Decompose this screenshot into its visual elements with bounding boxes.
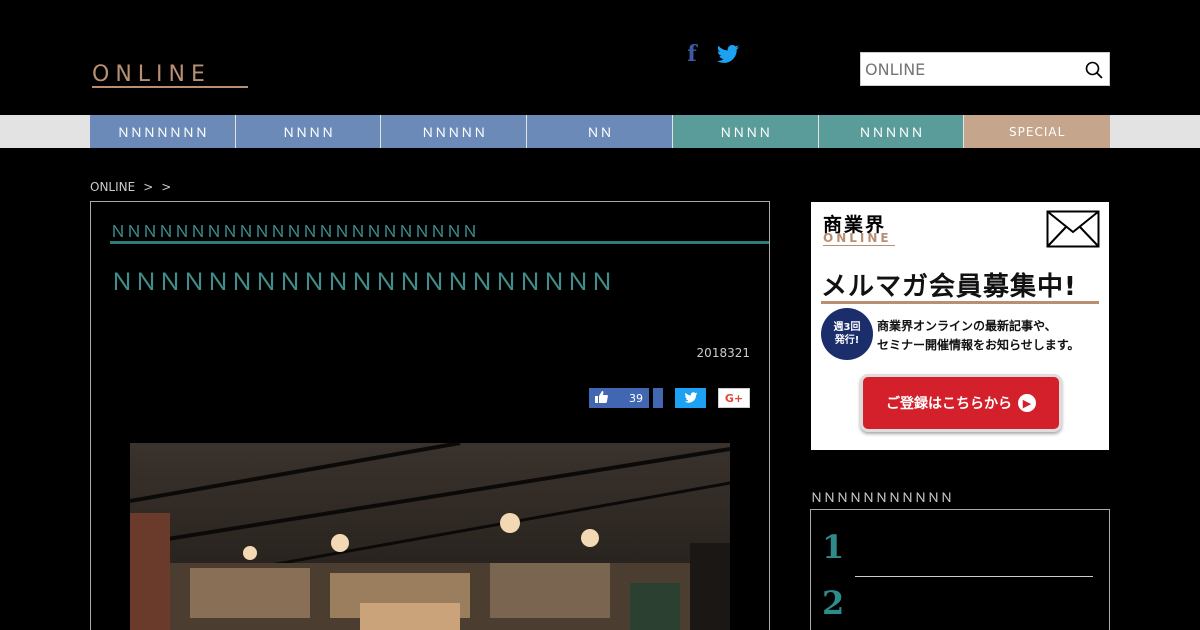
thumbs-up-icon — [595, 390, 608, 406]
ad-brand-underline — [823, 245, 895, 246]
envelope-icon — [1046, 210, 1100, 248]
search-icon[interactable] — [1085, 61, 1103, 79]
breadcrumb-home[interactable]: ONLINE — [90, 180, 135, 194]
article-category[interactable]: ＮＮＮＮＮＮＮＮＮＮＮＮＮＮＮＮＮＮＮＮＮＮＮ — [110, 218, 478, 242]
main-nav: ＮＮＮＮＮＮＮ ＮＮＮＮ ＮＮＮＮＮ ＮＮ ＮＮＮＮ ＮＮＮＮＮ SPECIAL — [90, 115, 1111, 148]
site-logo[interactable]: ONLINE — [92, 62, 211, 87]
article-photo — [130, 443, 730, 630]
social-links: f — [682, 42, 740, 66]
breadcrumb: ONLINE > > — [90, 180, 171, 194]
play-arrow-icon: ▶ — [1018, 394, 1036, 412]
ad-headline-rule — [821, 301, 1099, 304]
nav-item-2[interactable]: ＮＮＮＮ — [235, 115, 382, 148]
rank-number: 1 — [822, 528, 845, 566]
ad-headline: メルマガ会員募集中! — [821, 272, 1077, 302]
breadcrumb-separator: > — [143, 180, 154, 194]
nav-item-special[interactable]: SPECIAL — [964, 115, 1111, 148]
rank-divider — [855, 576, 1093, 577]
nav-item-5[interactable]: ＮＮＮＮ — [672, 115, 819, 148]
nav-item-1[interactable]: ＮＮＮＮＮＮＮ — [90, 115, 236, 148]
rank-number: 2 — [822, 584, 845, 622]
google-plus-button[interactable]: G+ — [718, 388, 750, 408]
share-buttons: 39 G+ — [589, 388, 750, 408]
logo-underline — [92, 86, 248, 88]
nav-item-6[interactable]: ＮＮＮＮＮ — [818, 115, 965, 148]
article-card: ＮＮＮＮＮＮＮＮＮＮＮＮＮＮＮＮＮＮＮＮＮＮＮ ＮＮＮＮＮＮＮＮＮＮＮＮＮＮＮＮ… — [90, 201, 770, 630]
ranking-list: 1 2 — [810, 509, 1110, 630]
twitter-icon[interactable] — [716, 42, 740, 66]
nav-item-3[interactable]: ＮＮＮＮＮ — [381, 115, 528, 148]
article-title: ＮＮＮＮＮＮＮＮＮＮＮＮＮＮＮＮＮＮＮＮＮ — [110, 268, 614, 296]
like-count: 39 — [629, 391, 643, 405]
register-button[interactable]: ご登録はこちらから ▶ — [860, 374, 1062, 432]
facebook-icon[interactable]: f — [682, 42, 702, 66]
nav-bar: ＮＮＮＮＮＮＮ ＮＮＮＮ ＮＮＮＮＮ ＮＮ ＮＮＮＮ ＮＮＮＮＮ SPECIAL — [0, 115, 1200, 148]
site-header: ONLINE f — [0, 0, 1200, 115]
facebook-like-button[interactable]: 39 — [589, 388, 663, 408]
search-input[interactable] — [865, 57, 1075, 81]
twitter-icon — [684, 389, 698, 408]
nav-item-4[interactable]: ＮＮ — [527, 115, 673, 148]
ad-description: 商業界オンラインの最新記事や、 セミナー開催情報をお知らせします。 — [877, 319, 1080, 352]
tweet-button[interactable] — [675, 388, 706, 408]
category-rule — [110, 241, 769, 244]
ranking-title: ＮＮＮＮＮＮＮＮＮＮＮ — [810, 491, 954, 506]
article-date: 2018321 — [696, 346, 750, 360]
frequency-badge: 週3回 発行! — [821, 308, 873, 360]
newsletter-ad[interactable]: 商業界 ONLINE メルマガ会員募集中! 週3回 発行! 商業界オンラインの最… — [811, 202, 1109, 450]
search-box — [860, 52, 1110, 86]
breadcrumb-separator: > — [161, 180, 172, 194]
ad-brand-sub: ONLINE — [823, 231, 892, 245]
